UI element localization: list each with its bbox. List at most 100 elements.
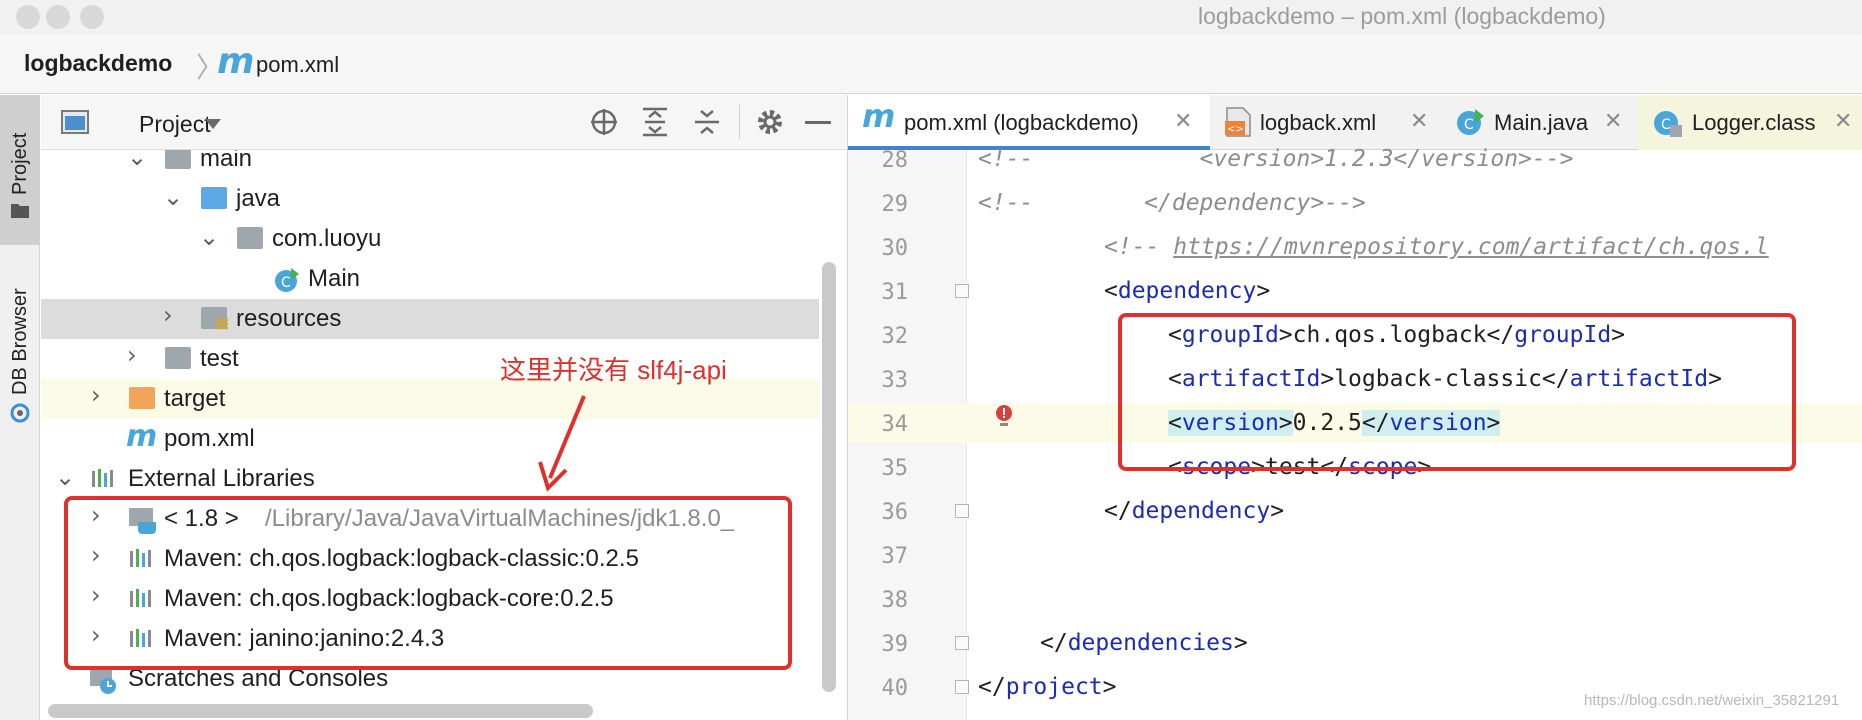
line-number: 30 bbox=[881, 236, 909, 261]
tree-item-label: main bbox=[200, 150, 253, 172]
expand-all-icon[interactable] bbox=[641, 107, 669, 137]
db-browser-icon bbox=[10, 403, 30, 423]
gear-icon[interactable] bbox=[755, 107, 785, 137]
project-panel-title[interactable]: Project bbox=[139, 111, 211, 138]
project-vertical-scrollbar[interactable] bbox=[822, 262, 836, 692]
code-line-39: </dependencies> bbox=[1040, 630, 1248, 656]
line-number: 38 bbox=[881, 588, 909, 613]
tab-label: Main.java bbox=[1494, 110, 1589, 135]
tree-item-label: com.luoyu bbox=[272, 225, 382, 252]
comment-text: <!-- bbox=[1104, 234, 1174, 260]
line-number: 32 bbox=[881, 324, 909, 349]
chevron-down-icon[interactable]: ⌄ bbox=[127, 150, 147, 171]
fold-marker-icon[interactable] bbox=[955, 504, 969, 518]
xml-tag: dependency bbox=[1131, 498, 1271, 524]
tree-item-label: pom.xml bbox=[164, 425, 255, 452]
close-icon[interactable]: ✕ bbox=[1410, 108, 1428, 134]
tree-item-com-luoyu[interactable]: ⌄ com.luoyu bbox=[41, 219, 819, 259]
fold-marker-icon[interactable] bbox=[955, 284, 969, 298]
code-line-40: </project> bbox=[978, 674, 1117, 700]
tree-item-pom-xml[interactable]: m pom.xml bbox=[41, 419, 819, 459]
xml-tag: dependencies bbox=[1067, 630, 1234, 656]
xml-tag: dependency bbox=[1117, 278, 1257, 304]
tab-label: pom.xml (logbackdemo) bbox=[904, 110, 1139, 135]
breadcrumb-file[interactable]: pom.xml bbox=[256, 52, 339, 78]
folder-icon bbox=[11, 204, 29, 218]
scratches-icon bbox=[90, 668, 116, 694]
tab-logback-xml[interactable]: <> logback.xml ✕ bbox=[1210, 95, 1442, 150]
toolbar-divider bbox=[739, 105, 740, 139]
line-number: 28 bbox=[881, 148, 909, 173]
java-class-icon: C bbox=[275, 268, 299, 292]
resources-marker-icon bbox=[216, 318, 228, 330]
line-number: 29 bbox=[881, 192, 909, 217]
warning-bulb-icon[interactable] bbox=[994, 404, 1014, 430]
watermark: https://blog.csdn.net/weixin_35821291 bbox=[1584, 692, 1840, 709]
chevron-right-icon[interactable]: › bbox=[91, 381, 101, 409]
maximize-window-button[interactable] bbox=[80, 5, 104, 29]
fold-marker-icon[interactable] bbox=[955, 680, 969, 694]
code-line-36: </dependency> bbox=[1104, 498, 1285, 524]
line-number: 35 bbox=[881, 456, 909, 481]
folder-icon bbox=[165, 150, 191, 169]
tree-item-label: java bbox=[236, 185, 281, 212]
tab-label: logback.xml bbox=[1260, 110, 1377, 135]
package-icon bbox=[237, 227, 263, 249]
svg-text:C: C bbox=[281, 275, 291, 291]
class-icon: C bbox=[1654, 111, 1682, 137]
tree-item-main-class[interactable]: C Main bbox=[41, 259, 819, 299]
line-number: 37 bbox=[881, 544, 909, 569]
chevron-down-icon[interactable] bbox=[205, 119, 221, 129]
minimize-window-button[interactable] bbox=[46, 5, 70, 29]
tab-pom-xml[interactable]: m pom.xml (logbackdemo) ✕ bbox=[848, 95, 1210, 150]
close-window-button[interactable] bbox=[16, 5, 40, 29]
chevron-down-icon[interactable]: ⌄ bbox=[55, 463, 75, 491]
code-line-29: <!-- </dependency>--> bbox=[978, 190, 1366, 216]
project-tool-tab[interactable]: Project bbox=[0, 95, 40, 245]
maven-icon: m bbox=[862, 97, 896, 135]
comment-link[interactable]: https://mvnrepository.com/artifact/ch.qo… bbox=[1173, 234, 1768, 260]
folder-icon bbox=[165, 347, 191, 369]
tab-logger-class[interactable]: C Logger.class ✕ bbox=[1638, 95, 1862, 150]
excluded-folder-icon bbox=[129, 387, 155, 409]
chevron-down-icon[interactable]: ⌄ bbox=[163, 183, 183, 211]
title-bar: logbackdemo – pom.xml (logbackdemo) bbox=[0, 0, 1862, 34]
tree-item-external-libraries[interactable]: ⌄ External Libraries bbox=[41, 459, 819, 499]
project-panel-header: Project bbox=[41, 95, 847, 150]
tree-item-java[interactable]: ⌄ java bbox=[41, 179, 819, 219]
line-number: 39 bbox=[881, 632, 909, 657]
tab-main-java[interactable]: C Main.java ✕ bbox=[1442, 95, 1638, 150]
xml-icon: <> bbox=[1225, 107, 1251, 137]
line-number: 31 bbox=[881, 280, 909, 305]
code-line-30: <!-- https://mvnrepository.com/artifact/… bbox=[1104, 234, 1769, 260]
tree-item-label: test bbox=[200, 345, 239, 372]
maven-icon: m bbox=[217, 41, 255, 82]
library-icon bbox=[92, 469, 113, 487]
chevron-right-icon[interactable]: › bbox=[127, 341, 137, 369]
comment-text: <!-- <version>1.2.3</version>--> bbox=[978, 146, 1574, 172]
highlight-box-dependency bbox=[1118, 313, 1796, 471]
project-tool-tab-label: Project bbox=[9, 132, 31, 195]
line-number: 34 bbox=[881, 412, 909, 437]
tree-item-main[interactable]: ⌄ main bbox=[41, 150, 819, 179]
locate-file-icon[interactable] bbox=[589, 107, 619, 137]
close-icon[interactable]: ✕ bbox=[1174, 108, 1192, 134]
close-icon[interactable]: ✕ bbox=[1834, 108, 1852, 134]
breadcrumb-project[interactable]: logbackdemo bbox=[24, 50, 172, 77]
editor-tab-bar: m pom.xml (logbackdemo) ✕ <> logback.xml… bbox=[848, 95, 1862, 150]
tree-item-resources[interactable]: › resources bbox=[41, 299, 819, 339]
chevron-right-icon[interactable]: › bbox=[163, 301, 173, 329]
java-class-icon: C bbox=[1457, 109, 1484, 135]
xml-tag: project bbox=[1005, 674, 1103, 700]
annotation-arrow-icon bbox=[538, 395, 586, 492]
hide-panel-icon[interactable] bbox=[805, 121, 831, 125]
close-icon[interactable]: ✕ bbox=[1604, 108, 1622, 134]
code-line-31: <dependency> bbox=[1104, 278, 1271, 304]
annotation-text: 这里并没有 slf4j-api bbox=[500, 355, 727, 385]
project-horizontal-scrollbar[interactable] bbox=[48, 704, 593, 718]
chevron-down-icon[interactable]: ⌄ bbox=[199, 223, 219, 251]
fold-marker-icon[interactable] bbox=[955, 636, 969, 650]
tree-item-label: target bbox=[164, 385, 226, 412]
line-number: 40 bbox=[881, 676, 909, 701]
collapse-all-icon[interactable] bbox=[693, 107, 721, 137]
